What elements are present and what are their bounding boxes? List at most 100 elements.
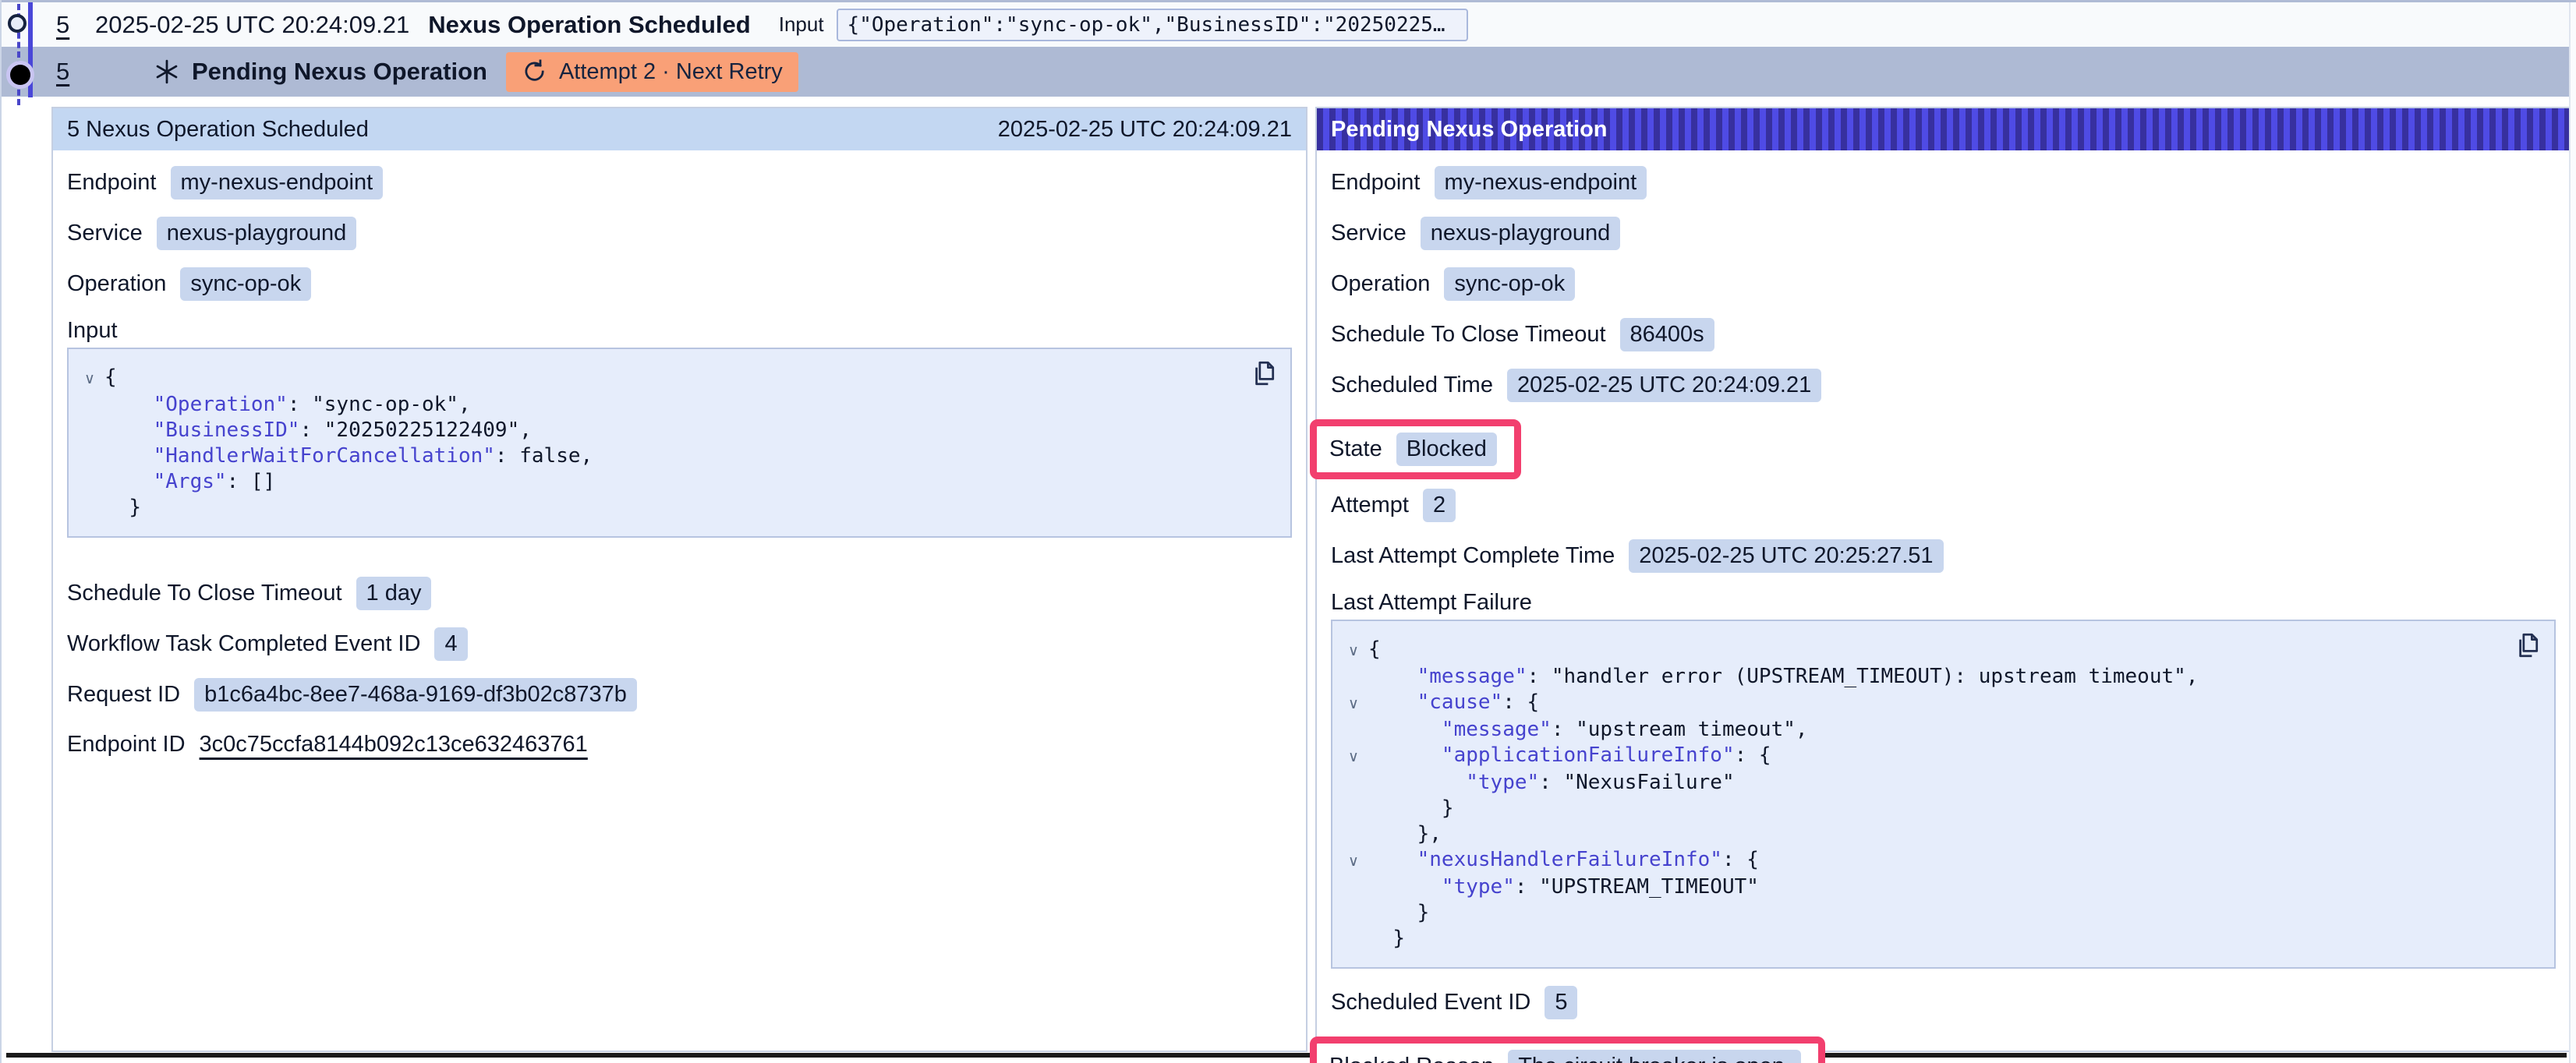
field-label: Request ID — [67, 682, 180, 708]
blocked-reason-row: Blocked Reason The circuit breaker is op… — [1331, 1037, 2556, 1063]
event-row-pending[interactable]: 5 Pending Nexus Operation Attempt 2 · Ne… — [2, 47, 2569, 97]
field-value-chip: nexus-playground — [1421, 217, 1621, 250]
event-row-scheduled[interactable]: 5 2025-02-25 UTC 20:24:09.21 Nexus Opera… — [2, 2, 2569, 47]
right-panel-header: Pending Nexus Operation — [1317, 108, 2570, 150]
bottom-divider — [6, 1053, 2567, 1058]
code-line: ∨{ — [1339, 637, 2507, 664]
copy-icon[interactable] — [1247, 358, 1278, 390]
timeline-open-node[interactable] — [8, 14, 27, 33]
field-value-chip: sync-op-ok — [180, 267, 311, 301]
field-label: Endpoint — [1331, 170, 1421, 196]
field-value-chip: 2025-02-25 UTC 20:25:27.51 — [1629, 539, 1943, 573]
field-label: Blocked Reason — [1329, 1054, 1494, 1063]
field-service: Service nexus-playground — [1331, 217, 2556, 250]
pending-event-id-link[interactable]: 5 — [56, 58, 84, 86]
blocked-reason-chip: The circuit breaker is open. — [1508, 1050, 1801, 1063]
json-key: "message" — [1417, 665, 1527, 688]
scrollbar-track[interactable] — [2569, 2, 2576, 1063]
failure-json-block: ∨{ "message": "handler error (UPSTREAM_T… — [1331, 620, 2556, 969]
field-value-chip: my-nexus-endpoint — [1435, 166, 1647, 200]
collapse-chevron-icon[interactable]: ∨ — [1339, 691, 1368, 717]
code-line: ∨{ — [75, 365, 1244, 392]
field-value-chip: b1c6a4bc-8ee7-468a-9169-df3b02c8737b — [194, 678, 637, 712]
field-wft-completed-event-id: Workflow Task Completed Event ID 4 — [67, 627, 1292, 661]
field-request-id: Request ID b1c6a4bc-8ee7-468a-9169-df3b0… — [67, 678, 1292, 712]
field-label: Scheduled Event ID — [1331, 990, 1530, 1015]
event-timeline — [0, 2, 50, 107]
field-value-chip: 2025-02-25 UTC 20:24:09.21 — [1507, 369, 1821, 402]
blocked-reason-highlight-box: Blocked Reason The circuit breaker is op… — [1310, 1037, 1825, 1063]
json-key: "message" — [1442, 718, 1552, 741]
code-line: "type": "NexusFailure" — [1339, 770, 2507, 796]
pending-operation-card: Pending Nexus Operation Endpoint my-nexu… — [1315, 107, 2571, 1052]
state-highlight-box: State Blocked — [1310, 419, 1521, 479]
field-label: Workflow Task Completed Event ID — [67, 631, 420, 657]
input-section-label: Input — [67, 318, 1292, 344]
json-key: "cause" — [1417, 690, 1503, 714]
field-label: State — [1329, 436, 1382, 462]
json-key: "Args" — [154, 470, 227, 493]
event-id-link[interactable]: 5 — [56, 11, 84, 39]
field-endpoint: Endpoint my-nexus-endpoint — [67, 166, 1292, 200]
last-attempt-failure-label: Last Attempt Failure — [1331, 590, 2556, 616]
json-key: "applicationFailureInfo" — [1442, 743, 1735, 767]
field-label: Service — [67, 221, 143, 246]
code-line: "Args": [] — [75, 469, 1244, 495]
field-label: Schedule To Close Timeout — [67, 581, 342, 606]
pending-title: Pending Nexus Operation — [192, 58, 487, 86]
workflow-history-screen: 5 2025-02-25 UTC 20:24:09.21 Nexus Opera… — [0, 0, 2576, 1063]
code-line: } — [1339, 926, 2507, 952]
field-value-chip: 2 — [1423, 489, 1456, 522]
collapse-chevron-icon[interactable]: ∨ — [1339, 638, 1368, 664]
field-schedule-to-close: Schedule To Close Timeout 1 day — [67, 577, 1292, 610]
field-value-chip: 4 — [434, 627, 467, 661]
code-line: } — [75, 495, 1244, 521]
code-line: "Operation": "sync-op-ok", — [75, 392, 1244, 418]
json-key: "HandlerWaitForCancellation" — [154, 444, 495, 468]
retry-icon — [522, 59, 547, 84]
code-line: "HandlerWaitForCancellation": false, — [75, 443, 1244, 469]
asterisk-icon — [154, 59, 179, 84]
field-endpoint-id: Endpoint ID 3c0c75ccfa8144b092c13ce63246… — [67, 729, 1292, 760]
field-value-chip: 1 day — [356, 577, 432, 610]
collapse-chevron-icon[interactable]: ∨ — [75, 366, 104, 392]
field-scheduled-time: Scheduled Time 2025-02-25 UTC 20:24:09.2… — [1331, 369, 2556, 402]
field-value-chip: my-nexus-endpoint — [171, 166, 384, 200]
field-label: Operation — [67, 271, 166, 297]
state-field-row: State Blocked — [1331, 419, 2556, 479]
code-line: } — [1339, 796, 2507, 821]
field-label: Endpoint ID — [67, 732, 186, 758]
input-preview-chip[interactable]: {"Operation":"sync-op-ok","BusinessID":"… — [837, 9, 1468, 41]
left-panel-header: 5 Nexus Operation Scheduled 2025-02-25 U… — [53, 108, 1306, 150]
code-line: "BusinessID": "20250225122409", — [75, 418, 1244, 443]
endpoint-id-link[interactable]: 3c0c75ccfa8144b092c13ce632463761 — [200, 732, 588, 758]
input-json-block: ∨{ "Operation": "sync-op-ok", "BusinessI… — [67, 348, 1292, 538]
retry-badge-label: Attempt 2 · Next Retry — [559, 59, 783, 85]
code-line: ∨ "nexusHandlerFailureInfo": { — [1339, 847, 2507, 874]
json-key: "type" — [1466, 771, 1539, 794]
code-line: ∨ "applicationFailureInfo": { — [1339, 743, 2507, 770]
copy-icon[interactable] — [2511, 630, 2542, 662]
right-panel-title: Pending Nexus Operation — [1331, 117, 1608, 143]
collapse-chevron-icon[interactable]: ∨ — [1339, 849, 1368, 874]
left-panel-time: 2025-02-25 UTC 20:24:09.21 — [998, 117, 1292, 143]
code-line: } — [1339, 900, 2507, 926]
json-key: "nexusHandlerFailureInfo" — [1417, 848, 1722, 871]
timeline-filled-node[interactable] — [10, 65, 30, 85]
field-endpoint: Endpoint my-nexus-endpoint — [1331, 166, 2556, 200]
field-service: Service nexus-playground — [67, 217, 1292, 250]
code-line: }, — [1339, 821, 2507, 847]
field-attempt: Attempt 2 — [1331, 489, 2556, 522]
collapse-chevron-icon[interactable]: ∨ — [1339, 744, 1368, 770]
field-value-chip: sync-op-ok — [1444, 267, 1575, 301]
field-operation: Operation sync-op-ok — [1331, 267, 2556, 301]
json-key: "type" — [1442, 875, 1515, 899]
right-panel-body: Endpoint my-nexus-endpoint Service nexus… — [1317, 150, 2570, 1063]
event-title: Nexus Operation Scheduled — [428, 11, 750, 39]
field-value-chip: 86400s — [1620, 318, 1714, 351]
json-key: "Operation" — [154, 393, 288, 416]
left-panel-body: Endpoint my-nexus-endpoint Service nexus… — [53, 150, 1306, 760]
field-value-chip: nexus-playground — [157, 217, 357, 250]
event-detail-card-scheduled: 5 Nexus Operation Scheduled 2025-02-25 U… — [51, 107, 1307, 1052]
json-key: "BusinessID" — [154, 418, 300, 442]
